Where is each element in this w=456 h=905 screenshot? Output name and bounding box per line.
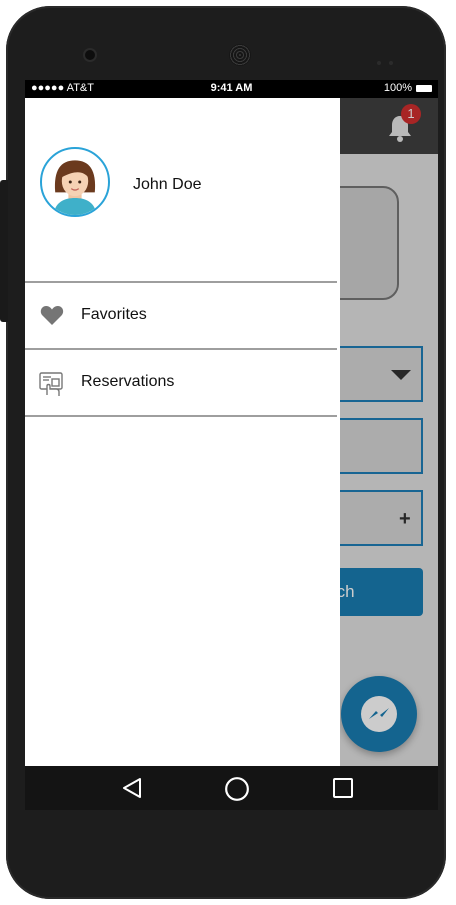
system-navigation-bar	[25, 766, 438, 810]
recents-icon[interactable]	[331, 776, 355, 800]
divider	[25, 415, 337, 417]
back-icon[interactable]	[120, 776, 144, 800]
divider	[25, 281, 337, 283]
menu-item-label: Reservations	[81, 373, 175, 390]
menu-item-favorites[interactable]: Favorites	[25, 284, 337, 348]
menu-item-reservations[interactable]: Reservations	[25, 351, 337, 415]
sensors	[377, 52, 405, 65]
side-button	[0, 180, 8, 322]
front-camera	[85, 50, 95, 60]
avatar[interactable]	[40, 147, 110, 217]
battery-percent: 100%	[383, 82, 412, 94]
status-time: 9:41 AM	[210, 82, 253, 94]
screen: ●●●●● AT&T 9:41 AM 100% 1 r ut ld + rch	[25, 80, 438, 810]
divider	[25, 348, 337, 350]
speaker-grille	[229, 44, 251, 66]
reservation-icon	[39, 372, 63, 396]
battery-icon	[416, 85, 432, 92]
status-bar: ●●●●● AT&T 9:41 AM 100%	[25, 80, 438, 98]
user-name[interactable]: John Doe	[133, 176, 202, 194]
navigation-drawer: John Doe Favorites Reservations	[25, 98, 340, 766]
home-icon[interactable]	[224, 776, 250, 802]
menu-item-label: Favorites	[81, 306, 147, 323]
heart-icon	[40, 305, 64, 325]
avatar-image	[43, 150, 107, 215]
